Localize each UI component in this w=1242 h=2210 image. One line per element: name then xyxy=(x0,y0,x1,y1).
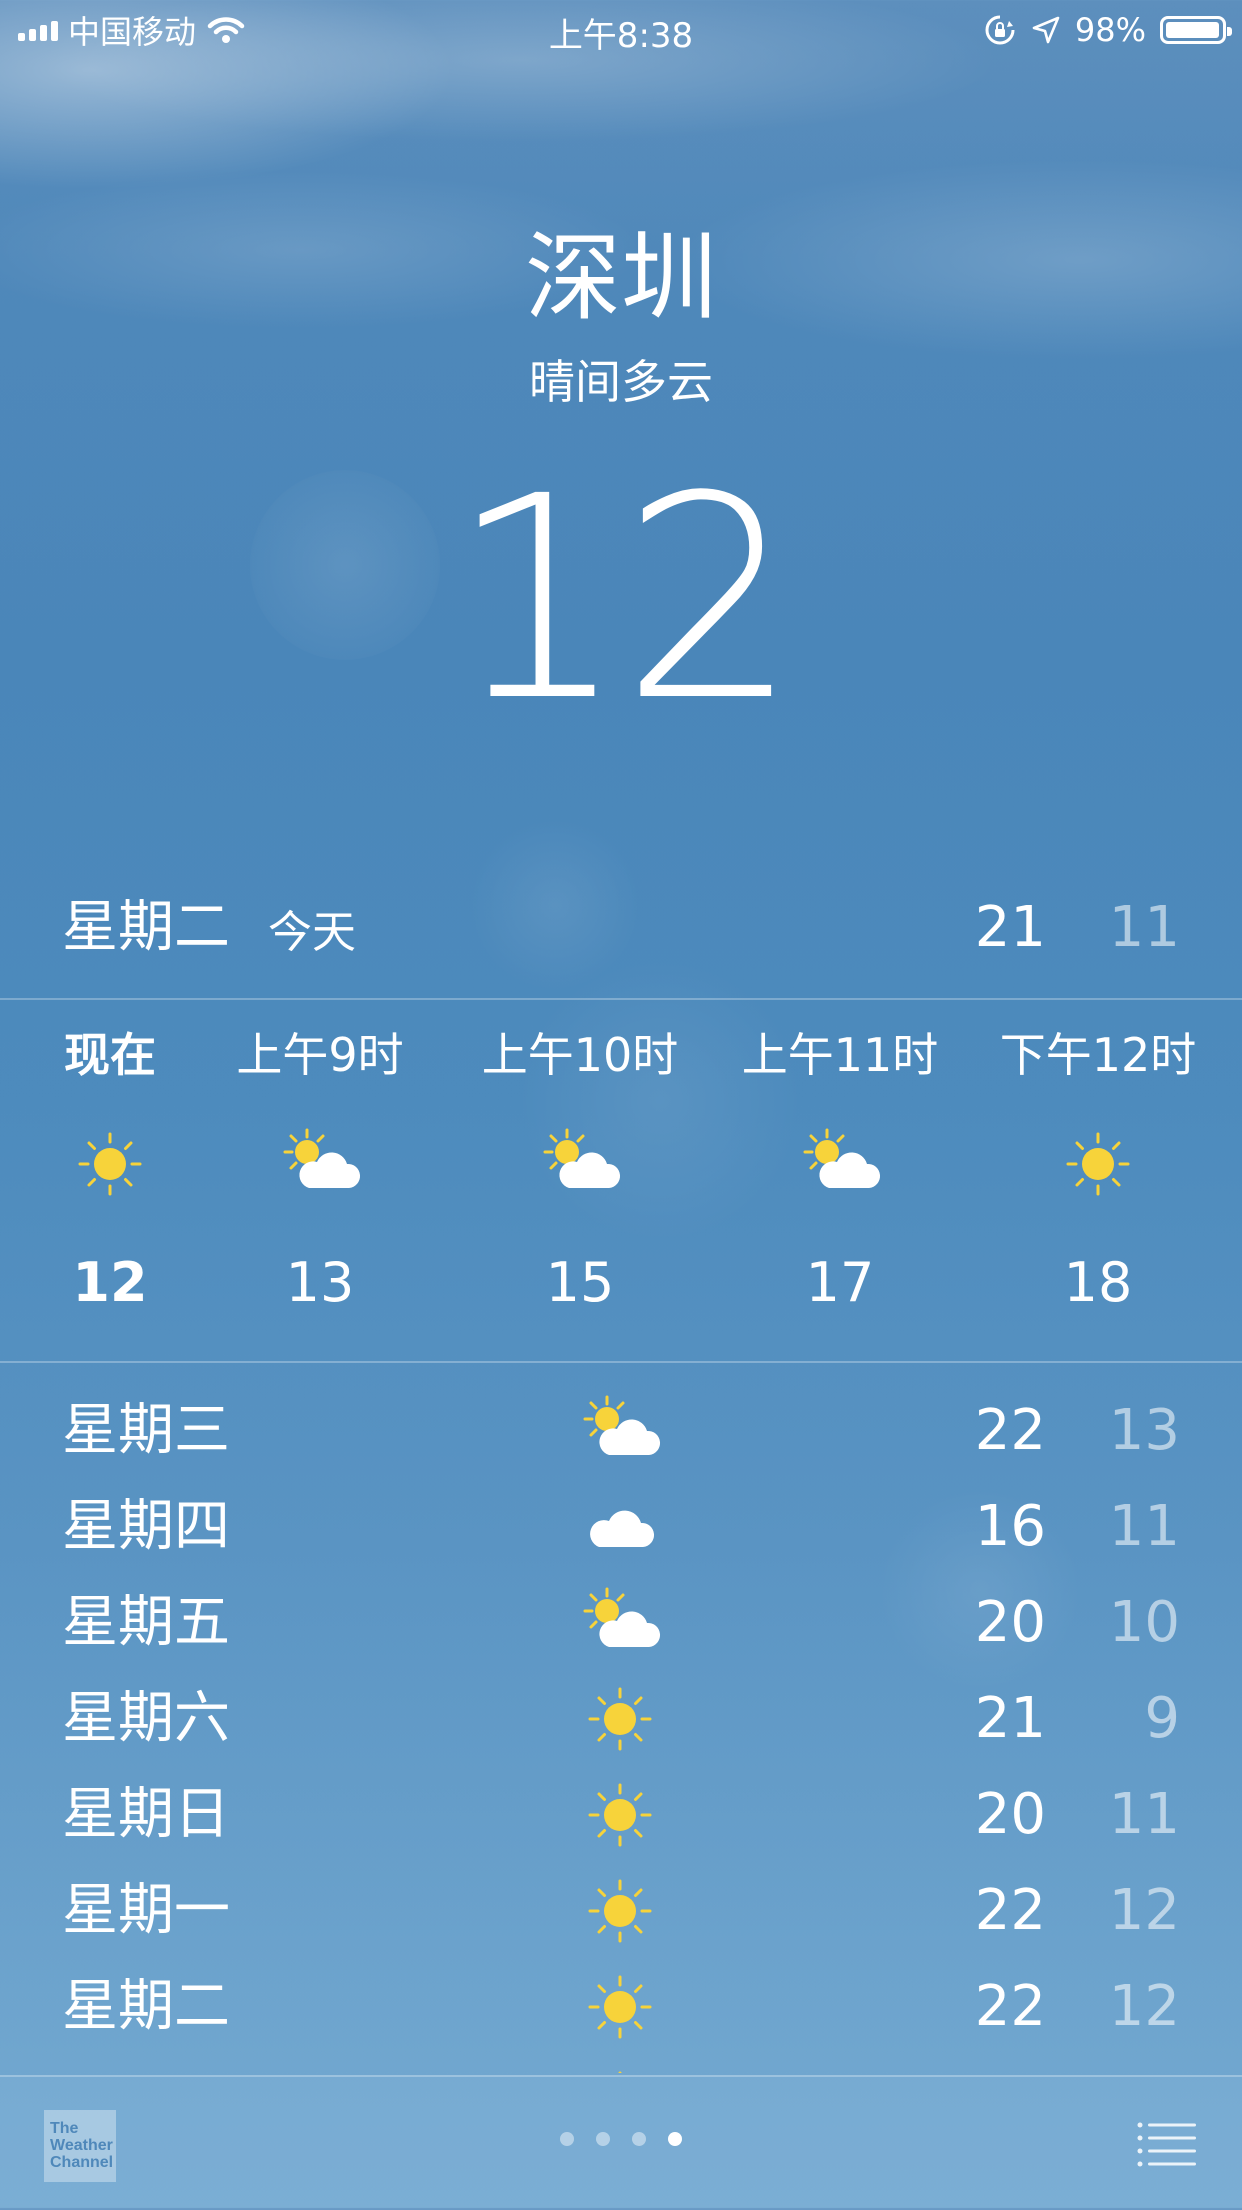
status-bar: 中国移动 上午8:38 98% xyxy=(0,0,1242,60)
daily-high: 21 xyxy=(974,1686,1046,1751)
page-dot[interactable] xyxy=(632,2132,646,2146)
page-dot-active[interactable] xyxy=(668,2132,682,2146)
daily-day: 星期日 xyxy=(62,1782,230,1847)
partly-cloudy-icon xyxy=(795,1124,885,1204)
page-indicator[interactable] xyxy=(0,2132,1242,2146)
today-summary-row: 星期二 今天 21 11 xyxy=(0,888,1242,968)
sun-icon xyxy=(1053,1124,1143,1204)
hourly-item: 上午11时 17 xyxy=(720,1020,960,1320)
partly-cloudy-icon xyxy=(575,1391,665,1471)
daily-high: 20 xyxy=(974,1782,1046,1847)
city-list-icon[interactable] xyxy=(1134,2117,1198,2173)
daily-day: 星期三 xyxy=(62,1398,230,1463)
daily-low: 11 xyxy=(1108,1782,1180,1847)
daily-row: 星期一 22 12 xyxy=(0,1863,1242,1959)
daily-low: 13 xyxy=(1108,1398,1180,1463)
battery-percent: 98% xyxy=(1074,11,1146,49)
partly-cloudy-icon xyxy=(575,1583,665,1663)
daily-day: 星期五 xyxy=(62,1590,230,1655)
daily-forecast-list[interactable]: 星期三 22 13 星期四 16 11 星期五 20 10 星期六 21 9 星… xyxy=(0,1383,1242,2073)
rotation-lock-icon xyxy=(985,15,1015,45)
partly-cloudy-icon xyxy=(275,1124,365,1204)
today-day: 星期二 xyxy=(62,895,230,960)
hour-label: 现在 xyxy=(64,1028,156,1082)
daily-low: 10 xyxy=(1108,1590,1180,1655)
hour-label: 下午12时 xyxy=(999,1028,1197,1082)
hour-temp: 13 xyxy=(285,1251,355,1314)
sun-icon xyxy=(575,1775,665,1855)
daily-row: 星期六 21 9 xyxy=(0,1671,1242,1767)
daily-row: 星期二 22 12 xyxy=(0,1959,1242,2055)
daily-high: 16 xyxy=(974,1494,1046,1559)
daily-high: 20 xyxy=(975,2055,1046,2073)
sun-icon xyxy=(575,1679,665,1759)
hour-label: 上午10时 xyxy=(481,1028,679,1082)
daily-high: 22 xyxy=(974,1974,1046,2039)
bottom-toolbar: The Weather Channel xyxy=(0,2075,1242,2210)
daily-high: 22 xyxy=(974,1878,1046,1943)
daily-high: 22 xyxy=(974,1398,1046,1463)
cloud-icon xyxy=(575,1487,665,1567)
today-tag: 今天 xyxy=(268,907,356,958)
daily-row: 星期日 20 11 xyxy=(0,1767,1242,1863)
hourly-item: 上午9时 13 xyxy=(200,1020,440,1320)
status-right: 98% xyxy=(983,10,1232,50)
hour-temp: 17 xyxy=(805,1251,875,1314)
hour-temp: 12 xyxy=(72,1251,148,1314)
hour-label: 上午9时 xyxy=(236,1028,404,1082)
daily-day: 星期一 xyxy=(62,1878,230,1943)
daily-day: 星期四 xyxy=(62,1494,230,1559)
daily-low: 11 xyxy=(1108,1494,1180,1559)
partly-cloudy-icon xyxy=(535,1124,625,1204)
weather-channel-logo[interactable]: The Weather Channel xyxy=(44,2110,116,2182)
page-dot[interactable] xyxy=(560,2132,574,2146)
hourly-item: 现在 12 xyxy=(0,1020,230,1320)
hour-temp: 15 xyxy=(545,1251,615,1314)
sun-icon xyxy=(575,2063,665,2073)
today-high: 21 xyxy=(974,895,1046,960)
hourly-item: 下午12时 18 xyxy=(978,1020,1218,1320)
daily-high: 20 xyxy=(974,1590,1046,1655)
sun-icon xyxy=(575,1871,665,1951)
daily-row: 星期五 20 10 xyxy=(0,1575,1242,1671)
daily-row: 星期三 20 13 xyxy=(0,2055,1242,2073)
sun-icon xyxy=(575,1967,665,2047)
page-dot[interactable] xyxy=(596,2132,610,2146)
daily-day: 星期三 xyxy=(62,2055,230,2073)
hourly-item: 上午10时 15 xyxy=(460,1020,700,1320)
daily-day: 星期六 xyxy=(62,1686,230,1751)
daily-day: 星期二 xyxy=(62,1974,230,2039)
daily-low: 12 xyxy=(1108,1878,1180,1943)
divider xyxy=(0,1361,1242,1363)
current-temperature: 12 xyxy=(448,437,799,763)
hour-temp: 18 xyxy=(1063,1251,1133,1314)
sun-icon xyxy=(65,1124,155,1204)
today-low: 11 xyxy=(1108,895,1180,960)
daily-row: 星期四 16 11 xyxy=(0,1479,1242,1575)
battery-icon xyxy=(1160,16,1232,44)
hour-label: 上午11时 xyxy=(741,1028,939,1082)
weather-condition: 晴间多云 xyxy=(529,355,713,409)
divider xyxy=(0,998,1242,1000)
daily-low: 9 xyxy=(1144,1686,1180,1751)
daily-low: 12 xyxy=(1108,1974,1180,2039)
daily-low: 13 xyxy=(1109,2055,1180,2073)
daily-row: 星期三 22 13 xyxy=(0,1383,1242,1479)
city-name: 深圳 xyxy=(525,222,717,334)
location-arrow-icon xyxy=(1032,16,1060,44)
